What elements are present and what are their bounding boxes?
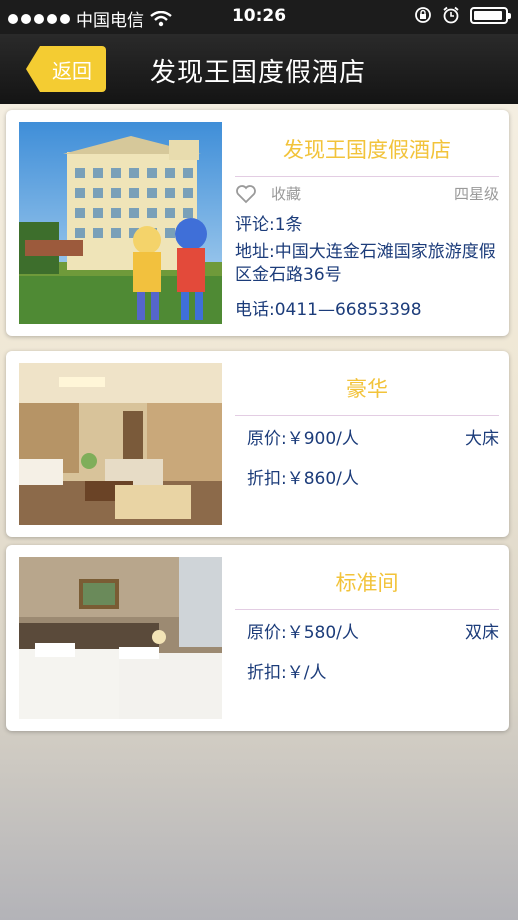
favorite-row: 收藏 四星级 (235, 183, 499, 204)
original-price: 原价:￥580/人 (247, 623, 359, 643)
hotel-address: 地址:中国大连金石滩国家旅游度假区金石路36号 (235, 242, 496, 285)
star-rating: 四星级 (453, 185, 499, 203)
hotel-name: 发现王国度假酒店 (283, 138, 451, 162)
hotel-photo (19, 122, 222, 324)
bed-type: 大床 (465, 429, 499, 449)
room-name: 豪华 (346, 377, 388, 401)
favorite-label: 收藏 (271, 185, 302, 203)
discount-price: 折扣:￥/人 (247, 663, 327, 683)
status-bar: 中国电信 10:26 (0, 0, 518, 34)
battery-icon (470, 6, 511, 24)
price-row: 原价:￥900/人 大床 (235, 424, 499, 449)
status-right (414, 6, 511, 24)
hotel-card[interactable]: 发现王国度假酒店 收藏 四星级 评论:1条 地址:中国大连金石滩国家旅游度假区金… (6, 110, 509, 336)
bed-type: 双床 (465, 623, 499, 643)
heart-icon (236, 184, 256, 203)
nav-bar: 返回 发现王国度假酒店 (0, 34, 518, 104)
room-info: 标准间 原价:￥580/人 双床 折扣:￥/人 (235, 567, 499, 683)
price-row: 原价:￥580/人 双床 (235, 618, 499, 643)
hotel-phone[interactable]: 电话:0411—66853398 (235, 295, 499, 320)
back-button[interactable]: 返回 (26, 46, 106, 92)
room-card[interactable]: 标准间 原价:￥580/人 双床 折扣:￥/人 (6, 545, 509, 731)
alarm-icon (443, 6, 459, 24)
original-price: 原价:￥900/人 (247, 429, 359, 449)
room-info: 豪华 原价:￥900/人 大床 折扣:￥860/人 (235, 373, 499, 489)
room-name: 标准间 (335, 571, 399, 595)
hotel-info: 发现王国度假酒店 收藏 四星级 评论:1条 地址:中国大连金石滩国家旅游度假区金… (235, 134, 499, 320)
divider (235, 176, 499, 177)
room-card[interactable]: 豪华 原价:￥900/人 大床 折扣:￥860/人 (6, 351, 509, 537)
divider (235, 609, 499, 610)
room-photo (19, 363, 222, 525)
favorite-button[interactable]: 收藏 (235, 183, 301, 204)
page-title: 发现王国度假酒店 (150, 58, 367, 88)
discount-price: 折扣:￥860/人 (247, 469, 359, 489)
divider (235, 415, 499, 416)
room-photo (19, 557, 222, 719)
rotation-lock-icon (415, 7, 431, 23)
review-count[interactable]: 评论:1条 (235, 210, 499, 235)
